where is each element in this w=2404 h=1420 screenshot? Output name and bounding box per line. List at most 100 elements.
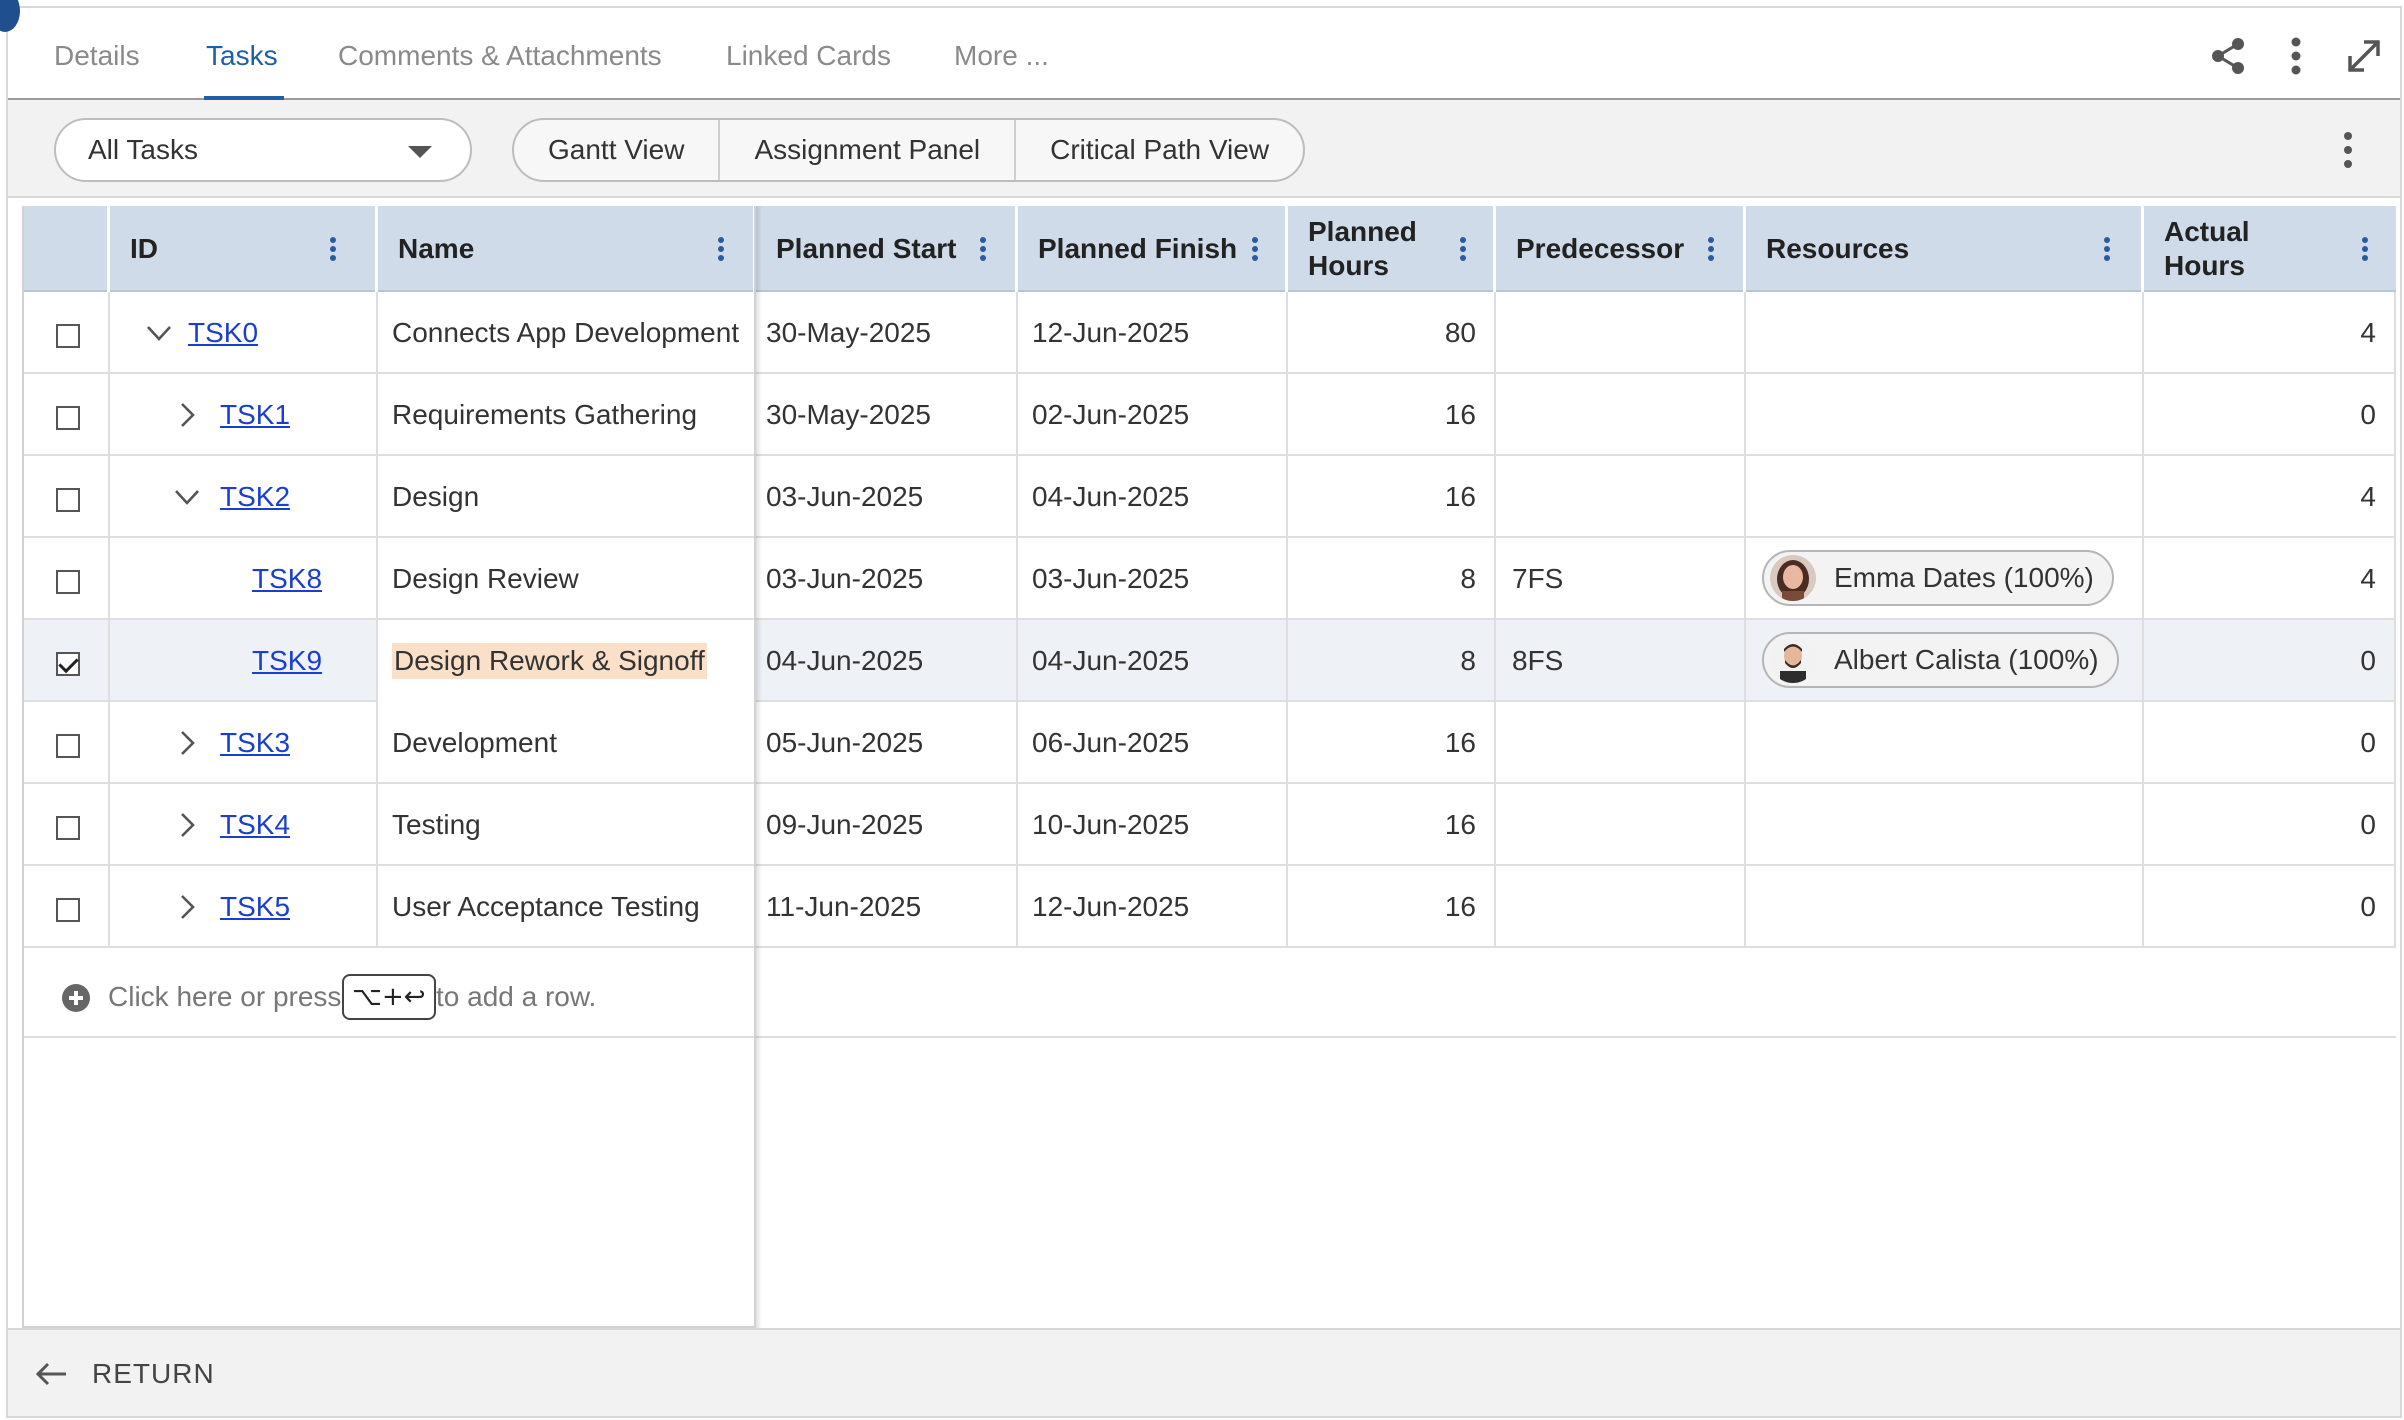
add-row-prefix[interactable]: Click here or press <box>108 956 341 1038</box>
table-row[interactable]: TSK4 Testing 09-Jun-2025 10-Jun-2025 16 … <box>22 784 2396 866</box>
add-row-plus-icon[interactable] <box>62 984 90 1012</box>
name-cell[interactable]: Development <box>378 702 756 784</box>
resources-cell[interactable] <box>1746 292 2144 374</box>
planned-hours-cell[interactable]: 16 <box>1288 456 1496 538</box>
planned-hours-cell[interactable]: 16 <box>1288 866 1496 948</box>
column-menu-icon[interactable] <box>2360 236 2370 262</box>
table-row[interactable]: TSK3 Development 05-Jun-2025 06-Jun-2025… <box>22 702 2396 784</box>
planned-hours-cell[interactable]: 16 <box>1288 374 1496 456</box>
task-id-link[interactable]: TSK8 <box>252 538 322 620</box>
planned-finish-cell[interactable]: 06-Jun-2025 <box>1018 702 1288 784</box>
planned-hours-cell[interactable]: 8 <box>1288 538 1496 620</box>
header-predecessor[interactable]: Predecessor <box>1496 206 1746 292</box>
resources-cell[interactable]: Albert Calista (100%) <box>1746 620 2144 702</box>
resources-cell[interactable] <box>1746 456 2144 538</box>
resources-cell[interactable]: Emma Dates (100%) <box>1746 538 2144 620</box>
predecessor-cell[interactable]: 8FS <box>1496 620 1746 702</box>
row-checkbox[interactable] <box>56 652 80 676</box>
task-id-link[interactable]: TSK9 <box>252 620 322 702</box>
actual-hours-cell[interactable]: 0 <box>2144 784 2396 866</box>
chevron-right-icon[interactable] <box>172 892 202 922</box>
column-menu-icon[interactable] <box>1458 236 1468 262</box>
planned-start-cell[interactable]: 09-Jun-2025 <box>756 784 1018 866</box>
table-row[interactable]: TSK2 Design 03-Jun-2025 04-Jun-2025 16 4 <box>22 456 2396 538</box>
tab-details[interactable]: Details <box>54 8 140 100</box>
predecessor-cell[interactable] <box>1496 374 1746 456</box>
tab-more[interactable]: More ... <box>954 8 1049 100</box>
critical-path-view-button[interactable]: Critical Path View <box>1016 120 1303 180</box>
resources-cell[interactable] <box>1746 702 2144 784</box>
planned-start-cell[interactable]: 05-Jun-2025 <box>756 702 1018 784</box>
table-row[interactable]: TSK9 Design Rework & Signoff 04-Jun-2025… <box>22 620 2396 702</box>
actual-hours-cell[interactable]: 0 <box>2144 374 2396 456</box>
task-id-link[interactable]: TSK0 <box>188 292 258 374</box>
planned-start-cell[interactable]: 11-Jun-2025 <box>756 866 1018 948</box>
more-vertical-icon[interactable] <box>2274 34 2318 78</box>
header-planned-hours[interactable]: Planned Hours <box>1288 206 1496 292</box>
column-menu-icon[interactable] <box>1706 236 1716 262</box>
predecessor-cell[interactable]: 7FS <box>1496 538 1746 620</box>
predecessor-cell[interactable] <box>1496 702 1746 784</box>
resources-cell[interactable] <box>1746 374 2144 456</box>
name-cell[interactable]: Connects App Development <box>378 292 756 374</box>
column-menu-icon[interactable] <box>328 236 338 262</box>
name-cell[interactable]: Design Review <box>378 538 756 620</box>
row-checkbox[interactable] <box>56 816 80 840</box>
chevron-down-icon[interactable] <box>144 318 174 348</box>
column-menu-icon[interactable] <box>1250 236 1260 262</box>
table-row[interactable]: TSK8 Design Review 03-Jun-2025 03-Jun-20… <box>22 538 2396 620</box>
tab-linked-cards[interactable]: Linked Cards <box>726 8 891 100</box>
task-id-link[interactable]: TSK3 <box>220 702 290 784</box>
header-actual-hours[interactable]: Actual Hours <box>2144 206 2396 292</box>
assignment-panel-button[interactable]: Assignment Panel <box>720 120 1017 180</box>
chevron-right-icon[interactable] <box>172 810 202 840</box>
planned-finish-cell[interactable]: 12-Jun-2025 <box>1018 292 1288 374</box>
tab-comments-attachments[interactable]: Comments & Attachments <box>338 8 662 100</box>
header-name[interactable]: Name <box>378 206 756 292</box>
share-icon[interactable] <box>2206 34 2250 78</box>
predecessor-cell[interactable] <box>1496 866 1746 948</box>
chevron-right-icon[interactable] <box>172 400 202 430</box>
row-checkbox[interactable] <box>56 488 80 512</box>
task-id-link[interactable]: TSK4 <box>220 784 290 866</box>
resources-cell[interactable] <box>1746 784 2144 866</box>
header-planned-finish[interactable]: Planned Finish <box>1018 206 1288 292</box>
planned-hours-cell[interactable]: 16 <box>1288 702 1496 784</box>
actual-hours-cell[interactable]: 0 <box>2144 702 2396 784</box>
column-menu-icon[interactable] <box>716 236 726 262</box>
name-cell[interactable]: Design <box>378 456 756 538</box>
actual-hours-cell[interactable]: 4 <box>2144 456 2396 538</box>
row-checkbox[interactable] <box>56 734 80 758</box>
header-planned-start[interactable]: Planned Start <box>756 206 1018 292</box>
planned-hours-cell[interactable]: 8 <box>1288 620 1496 702</box>
header-resources[interactable]: Resources <box>1746 206 2144 292</box>
planned-start-cell[interactable]: 30-May-2025 <box>756 374 1018 456</box>
column-menu-icon[interactable] <box>2102 236 2112 262</box>
actual-hours-cell[interactable]: 0 <box>2144 620 2396 702</box>
expand-icon[interactable] <box>2342 34 2386 78</box>
task-filter-select[interactable]: All Tasks <box>54 118 472 182</box>
planned-finish-cell[interactable]: 12-Jun-2025 <box>1018 866 1288 948</box>
name-cell[interactable]: Design Rework & Signoff <box>378 620 756 702</box>
resource-chip[interactable]: Emma Dates (100%) <box>1762 550 2114 606</box>
planned-finish-cell[interactable]: 04-Jun-2025 <box>1018 620 1288 702</box>
row-checkbox[interactable] <box>56 570 80 594</box>
row-checkbox[interactable] <box>56 898 80 922</box>
name-cell[interactable]: User Acceptance Testing <box>378 866 756 948</box>
toolbar-more-icon[interactable] <box>2338 128 2358 172</box>
planned-finish-cell[interactable]: 10-Jun-2025 <box>1018 784 1288 866</box>
name-cell[interactable]: Testing <box>378 784 756 866</box>
actual-hours-cell[interactable]: 4 <box>2144 538 2396 620</box>
task-id-link[interactable]: TSK2 <box>220 456 290 538</box>
row-checkbox[interactable] <box>56 406 80 430</box>
predecessor-cell[interactable] <box>1496 292 1746 374</box>
planned-start-cell[interactable]: 30-May-2025 <box>756 292 1018 374</box>
actual-hours-cell[interactable]: 0 <box>2144 866 2396 948</box>
planned-hours-cell[interactable]: 16 <box>1288 784 1496 866</box>
table-row[interactable]: TSK1 Requirements Gathering 30-May-2025 … <box>22 374 2396 456</box>
table-row[interactable]: TSK0 Connects App Development 30-May-202… <box>22 292 2396 374</box>
planned-start-cell[interactable]: 03-Jun-2025 <box>756 538 1018 620</box>
name-cell[interactable]: Requirements Gathering <box>378 374 756 456</box>
resource-chip[interactable]: Albert Calista (100%) <box>1762 632 2119 688</box>
resources-cell[interactable] <box>1746 866 2144 948</box>
